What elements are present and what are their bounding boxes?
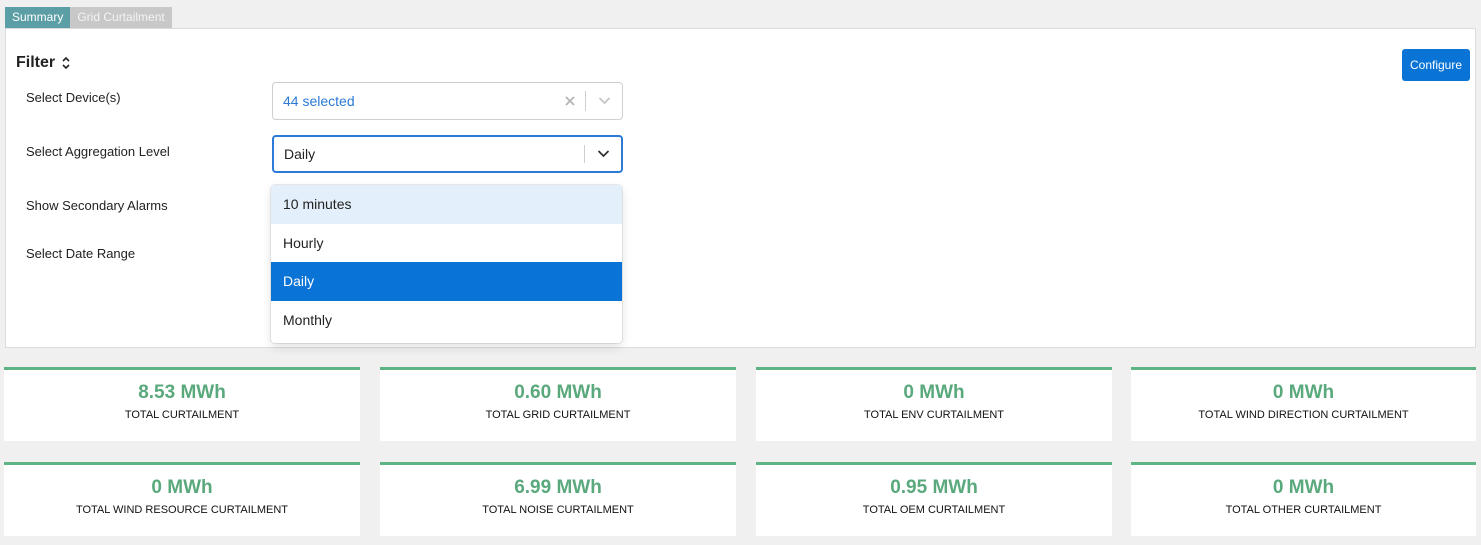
card-total-grid-curtailment: 0.60 MWh TOTAL GRID CURTAILMENT [380,367,736,441]
card-total-curtailment: 8.53 MWh TOTAL CURTAILMENT [4,367,360,441]
devices-label: Select Device(s) [26,90,121,105]
chevron-down-icon[interactable] [597,150,610,159]
chevron-down-icon[interactable] [598,97,611,106]
aggregation-selected-value: Daily [284,146,316,162]
date-range-label: Select Date Range [26,246,136,261]
aggregation-label: Select Aggregation Level [26,144,170,159]
option-hourly[interactable]: Hourly [271,224,622,263]
filter-toggle[interactable]: Filter [16,54,71,72]
card-value: 0 MWh [1272,477,1335,498]
select-separator [584,145,585,163]
select-separator [585,91,586,111]
card-label: TOTAL WIND RESOURCE CURTAILMENT [75,504,289,516]
card-value: 0 MWh [903,382,965,403]
filter-title: Filter [16,54,56,71]
card-label: TOTAL GRID CURTAILMENT [485,409,631,421]
option-monthly[interactable]: Monthly [271,301,622,340]
card-label: TOTAL WIND DIRECTION CURTAILMENT [1198,409,1409,421]
card-label: TOTAL OEM CURTAILMENT [862,504,1006,516]
devices-select[interactable]: 44 selected [272,82,623,120]
card-value: 0.95 MWh [890,477,978,498]
card-total-oem-curtailment: 0.95 MWh TOTAL OEM CURTAILMENT [756,462,1112,536]
aggregation-select[interactable]: Daily [272,135,623,173]
tab-grid-curtailment[interactable]: Grid Curtailment [70,7,172,28]
aggregation-dropdown-menu: 10 minutes Hourly Daily Monthly [271,185,622,343]
tab-bar: Summary Grid Curtailment [5,7,172,28]
card-label: TOTAL OTHER CURTAILMENT [1225,504,1382,516]
card-total-wind-resource-curtailment: 0 MWh TOTAL WIND RESOURCE CURTAILMENT [4,462,360,536]
card-label: TOTAL CURTAILMENT [124,409,240,421]
card-value: 8.53 MWh [138,382,226,403]
card-value: 0.60 MWh [514,382,602,403]
card-total-noise-curtailment: 6.99 MWh TOTAL NOISE CURTAILMENT [380,462,736,536]
clear-icon[interactable] [564,95,576,107]
card-total-wind-direction-curtailment: 0 MWh TOTAL WIND DIRECTION CURTAILMENT [1131,367,1476,441]
card-value: 0 MWh [151,477,213,498]
option-10-minutes[interactable]: 10 minutes [271,185,622,224]
card-value: 6.99 MWh [514,477,602,498]
configure-button[interactable]: Configure [1402,49,1470,81]
secondary-alarms-label: Show Secondary Alarms [26,198,168,213]
card-label: TOTAL NOISE CURTAILMENT [482,504,634,516]
filter-panel: Filter Configure Select Device(s) 44 sel… [5,28,1476,348]
devices-selected-value: 44 selected [283,93,355,109]
collapse-icon [62,56,70,70]
card-total-env-curtailment: 0 MWh TOTAL ENV CURTAILMENT [756,367,1112,441]
card-label: TOTAL ENV CURTAILMENT [864,409,1004,421]
card-total-other-curtailment: 0 MWh TOTAL OTHER CURTAILMENT [1131,462,1476,536]
option-daily[interactable]: Daily [271,262,622,301]
card-value: 0 MWh [1272,382,1335,403]
tab-summary[interactable]: Summary [5,7,71,28]
